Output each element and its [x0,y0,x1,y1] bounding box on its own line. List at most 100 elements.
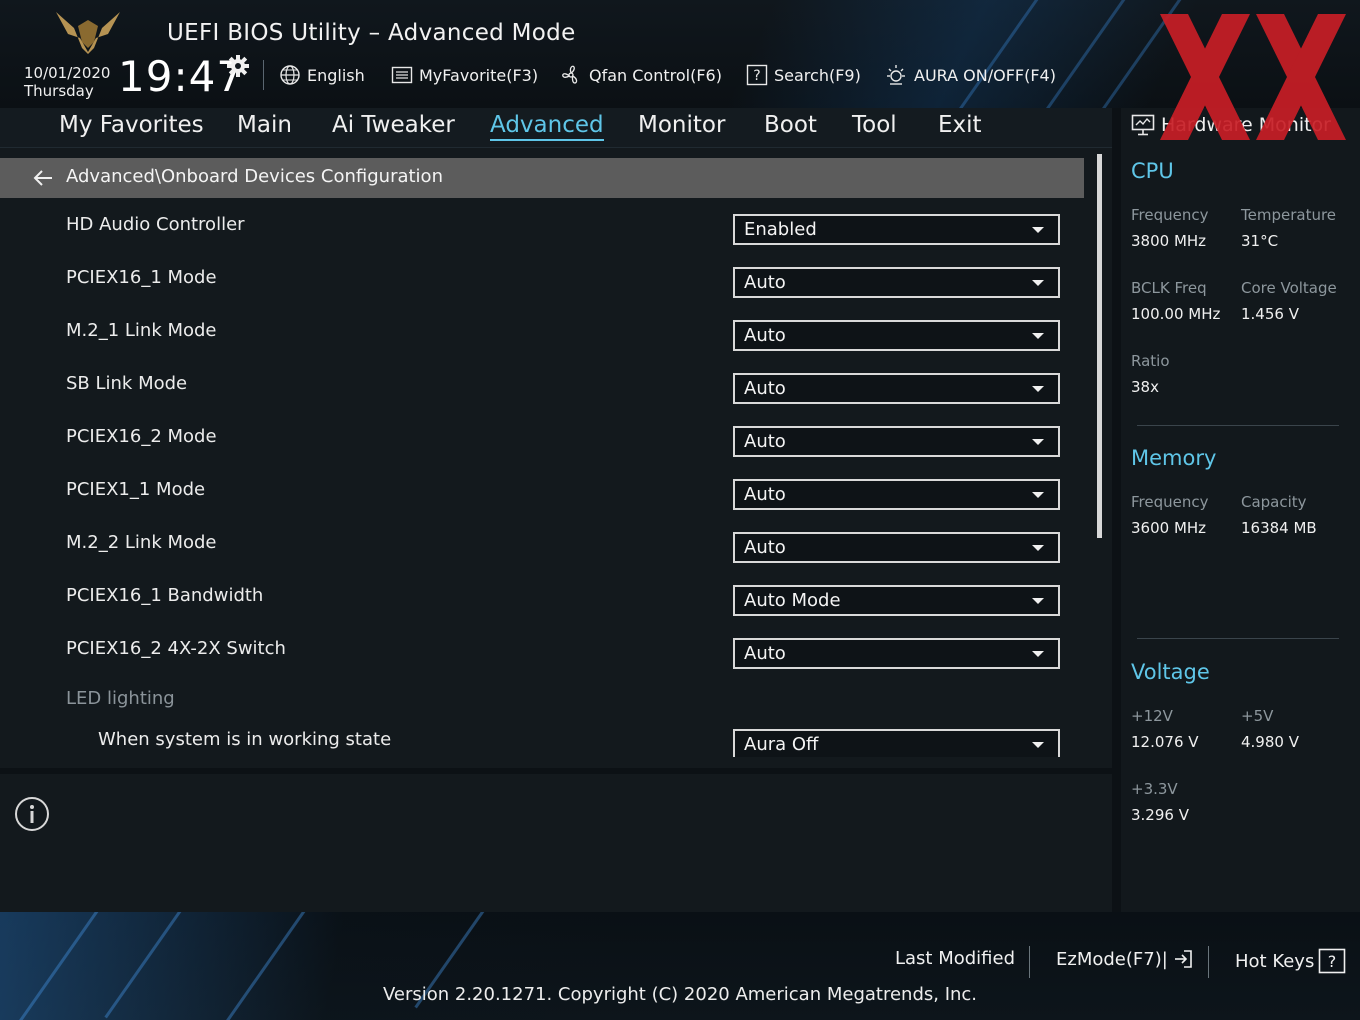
decorative-streak [948,0,1055,108]
v12-value: 12.076 V [1131,733,1199,751]
help-panel [0,774,1112,912]
cpu-frequency-label: Frequency [1131,206,1209,224]
setting-row[interactable]: SB Link Mode Auto [0,359,1084,412]
search-button[interactable]: ? Search(F9) [746,62,861,88]
bclk-value: 100.00 MHz [1131,305,1221,323]
aura-label: AURA ON/OFF(F4) [914,65,1056,85]
clock-settings-gear-icon[interactable] [226,54,250,78]
tab-my-favorites[interactable]: My Favorites [59,112,204,138]
setting-dropdown[interactable]: Aura Off [733,729,1060,757]
setting-dropdown[interactable]: Auto [733,479,1060,510]
setting-row[interactable]: M.2_1 Link Mode Auto [0,306,1084,359]
hot-keys-button[interactable]: Hot Keys ? [1235,948,1346,974]
memory-section-title: Memory [1131,446,1217,470]
v33-label: +3.3V [1131,780,1178,798]
dropdown-value: Auto [744,272,786,293]
cpu-temperature-value: 31°C [1241,232,1279,250]
setting-dropdown[interactable]: Auto [733,426,1060,457]
last-modified-label: Last Modified [895,948,1016,969]
header-divider [263,60,264,90]
qfan-control-button[interactable]: Qfan Control(F6) [559,62,722,88]
tab-advanced[interactable]: Advanced [490,112,604,141]
setting-dropdown[interactable]: Auto [733,532,1060,563]
language-button[interactable]: English [279,62,365,88]
dropdown-value: Auto [744,643,786,664]
v33-value: 3.296 V [1131,806,1189,824]
dropdown-caret-icon [1032,386,1044,392]
setting-dropdown[interactable]: Enabled [733,214,1060,245]
monitor-icon [1131,114,1155,136]
section-divider [1137,638,1339,639]
hot-keys-label: Hot Keys [1235,950,1315,972]
search-help-icon: ? [746,64,768,86]
setting-dropdown[interactable]: Auto [733,373,1060,404]
settings-panel: Advanced\Onboard Devices Configuration H… [0,148,1112,768]
core-voltage-value: 1.456 V [1241,305,1299,323]
svg-text:?: ? [1328,952,1337,971]
setting-label: M.2_2 Link Mode [66,532,217,553]
cpu-temperature-label: Temperature [1241,206,1337,224]
version-copyright: Version 2.20.1271. Copyright (C) 2020 Am… [382,984,978,1005]
setting-row[interactable]: HD Audio Controller Enabled [0,200,1084,253]
aura-toggle-button[interactable]: AURA ON/OFF(F4) [884,62,1056,88]
dropdown-value: Auto Mode [744,590,841,611]
setting-label: PCIEX16_1 Bandwidth [66,585,264,606]
xx-watermark-logo [1160,14,1346,140]
tab-monitor[interactable]: Monitor [638,112,725,138]
dropdown-caret-icon [1032,227,1044,233]
setting-row[interactable]: When system is in working state Aura Off [0,715,1084,768]
svg-text:?: ? [753,68,760,84]
favorites-list-icon [391,66,413,84]
setting-row[interactable]: PCIEX16_2 Mode Auto [0,412,1084,465]
bclk-label: BCLK Freq [1131,279,1207,297]
voltage-section-title: Voltage [1131,660,1210,684]
exit-arrow-icon [1174,950,1192,968]
myfavorite-button[interactable]: MyFavorite(F3) [391,62,538,88]
tab-exit[interactable]: Exit [938,112,982,138]
setting-label: HD Audio Controller [66,214,245,235]
setting-row[interactable]: PCIEX16_1 Bandwidth Auto Mode [0,571,1084,624]
setting-row[interactable]: PCIEX1_1 Mode Auto [0,465,1084,518]
last-modified-button[interactable]: Last Modified [895,948,1015,969]
setting-dropdown[interactable]: Auto [733,320,1060,351]
info-icon [15,797,49,831]
tuf-gaming-logo-icon [56,12,120,54]
setting-dropdown[interactable]: Auto [733,638,1060,669]
setting-label: When system is in working state [98,729,392,750]
back-arrow-icon[interactable] [32,167,54,189]
hardware-monitor-panel: Hardware Monitor CPU Frequency Temperatu… [1121,108,1360,912]
footer-divider [1029,946,1030,978]
scrollbar[interactable] [1097,154,1102,538]
globe-icon [280,65,300,85]
ratio-label: Ratio [1131,352,1170,370]
dropdown-caret-icon [1032,280,1044,286]
setting-row[interactable]: M.2_2 Link Mode Auto [0,518,1084,571]
tab-boot[interactable]: Boot [764,112,817,138]
footer-bar: Last Modified EzMode(F7)| Hot Keys ? Ver… [0,912,1360,1020]
setting-label: PCIEX1_1 Mode [66,479,206,500]
breadcrumb-path: Advanced\Onboard Devices Configuration [66,166,443,187]
dropdown-value: Auto [744,431,786,452]
main-menu-bar: My Favorites Main Ai Tweaker Advanced Mo… [0,108,1112,148]
dropdown-value: Aura Off [744,734,819,755]
dropdown-caret-icon [1032,651,1044,657]
search-label: Search(F9) [774,65,861,85]
dropdown-value: Enabled [744,219,817,240]
language-label: English [307,65,365,85]
setting-dropdown[interactable]: Auto [733,267,1060,298]
setting-label: PCIEX16_2 Mode [66,426,217,447]
tab-tool[interactable]: Tool [852,112,897,138]
setting-label: PCIEX16_1 Mode [66,267,217,288]
setting-row[interactable]: PCIEX16_2 4X-2X Switch Auto [0,624,1084,677]
tab-ai-tweaker[interactable]: Ai Tweaker [332,112,455,138]
setting-row[interactable]: PCIEX16_1 Mode Auto [0,253,1084,306]
setting-dropdown[interactable]: Auto Mode [733,585,1060,616]
help-question-icon: ? [1319,948,1346,974]
dropdown-caret-icon [1032,439,1044,445]
dropdown-caret-icon [1032,333,1044,339]
v5-label: +5V [1241,707,1274,725]
fan-icon [562,65,578,84]
ezmode-button[interactable]: EzMode(F7)| [1056,948,1194,970]
tab-main[interactable]: Main [237,112,292,138]
section-label: LED lighting [66,688,175,709]
